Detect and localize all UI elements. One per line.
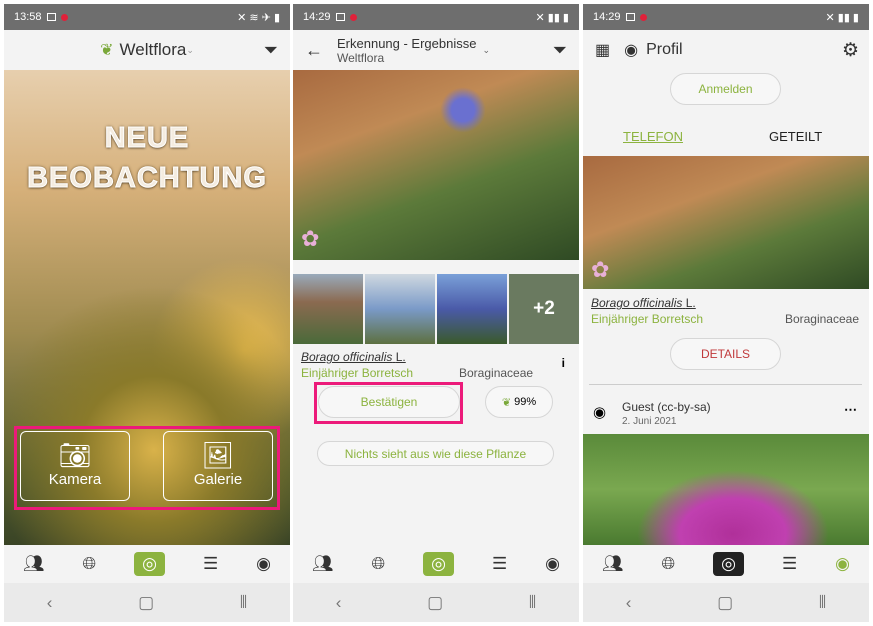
profile-icon[interactable]: ◉ — [835, 554, 850, 574]
back-icon[interactable]: ‹ — [336, 593, 342, 613]
family-name: Boraginaceae — [784, 312, 859, 326]
screen-profile: 14:29 ✕ ▮▮ ▮ ▦ ◉ Profil ⚙ Anmelden TELEFO… — [583, 4, 869, 622]
login-button[interactable]: Anmelden — [670, 73, 781, 105]
hero-title-line-2: BEOBACHTUNG — [27, 162, 267, 195]
bottom-nav: 👥︎ 🌐︎ ◎ ☰ ◉ — [4, 545, 290, 583]
back-arrow-icon[interactable]: ← — [305, 40, 323, 61]
system-nav: ‹ ▢ ⦀ — [583, 583, 869, 622]
observation-photo-2[interactable] — [583, 434, 869, 545]
profile-icon[interactable]: ◉ — [545, 554, 560, 574]
system-nav: ‹ ▢ ⦀ — [293, 583, 579, 622]
camera-label: Kamera — [48, 471, 102, 488]
system-nav: ‹ ▢ ⦀ — [4, 583, 290, 622]
user-avatar-icon: ◉ — [593, 404, 607, 421]
confidence-badge: ❦ 99% — [485, 386, 553, 418]
thumbnail[interactable] — [437, 274, 507, 344]
home-icon[interactable]: ▢ — [138, 593, 154, 613]
list-icon[interactable]: ☰ — [492, 554, 507, 574]
recents-icon[interactable]: ⦀ — [819, 593, 826, 613]
recents-icon[interactable]: ⦀ — [240, 593, 247, 613]
observation-date: 2. Juni 2021 — [622, 416, 677, 427]
flower-badge-icon: ✿ — [591, 257, 610, 282]
common-name: Einjähriger Borretsch — [591, 312, 704, 326]
status-time: 13:58 — [14, 11, 42, 23]
hero-image: NEUE BEOBACHTUNG 📷︎ Kamera 🖼︎ Galerie — [4, 70, 290, 545]
status-bar: 14:29 ✕ ▮▮ ▮ — [293, 4, 579, 30]
community-icon[interactable]: 👥︎ — [23, 554, 45, 574]
app-header: ❦ Weltflora ⌄ ⏷ — [100, 39, 278, 61]
screen-new-observation: 13:58 ✕ ≋ ✈ ▮ ❦ Weltflora ⌄ ⏷ NEUE BEOBACHT… — [4, 4, 290, 622]
leaf-icon: ❦ — [501, 396, 512, 409]
account-icon: ◉ — [624, 42, 639, 59]
flower-badge-icon: ✿ — [301, 226, 320, 251]
common-name: Einjähriger Borretsch — [301, 366, 414, 380]
gallery-label: Galerie — [193, 471, 243, 488]
recents-icon[interactable]: ⦀ — [529, 593, 536, 613]
scientific-name[interactable]: Borago officinalis L. — [591, 296, 696, 310]
globe-icon[interactable]: 🌐︎ — [662, 554, 676, 574]
status-bar: 14:29 ✕ ▮▮ ▮ — [583, 4, 869, 30]
image-icon: 🖼︎ — [201, 440, 235, 470]
community-icon[interactable]: 👥︎ — [602, 554, 624, 574]
observation-photo[interactable]: ✿ — [583, 156, 869, 289]
results-subtitle: Weltflora — [337, 50, 385, 65]
camera-tab-icon[interactable]: ◎ — [134, 552, 165, 576]
divider — [589, 384, 862, 385]
community-icon[interactable]: 👥︎ — [312, 554, 334, 574]
info-icon[interactable]: i — [562, 356, 565, 370]
filter-icon[interactable]: ⏷ — [553, 40, 567, 61]
details-button[interactable]: DETAILS — [670, 338, 781, 370]
app-header: ▦ ◉ Profil ⚙ — [583, 30, 869, 70]
title-dropdown[interactable]: Erkennung - Ergebnisse Weltflora — [337, 36, 476, 65]
thumbnail[interactable] — [293, 274, 363, 344]
camera-button[interactable]: 📷︎ Kamera — [20, 431, 130, 501]
home-icon[interactable]: ▢ — [427, 593, 443, 613]
home-icon[interactable]: ▢ — [717, 593, 733, 613]
hero-title: NEUE BEOBACHTUNG — [4, 118, 290, 198]
camera-tab-icon[interactable]: ◎ — [423, 552, 454, 576]
globe-icon[interactable]: 🌐︎ — [83, 554, 97, 574]
scientific-name[interactable]: Borago officinalis L. — [301, 350, 406, 364]
app-header: ← Erkennung - Ergebnisse Weltflora ⌄ ⏷ — [305, 35, 567, 65]
filter-icon[interactable]: ⏷ — [264, 40, 278, 61]
observation-photo: ✿ — [293, 70, 579, 260]
settings-gear-icon[interactable]: ⚙ — [842, 39, 859, 62]
screen-results: 14:29 ✕ ▮▮ ▮ ← Erkennung - Ergebnisse Welt… — [293, 4, 579, 622]
gallery-button[interactable]: 🖼︎ Galerie — [163, 431, 273, 501]
app-title-dropdown[interactable]: Weltflora — [120, 40, 187, 60]
grid-icon[interactable]: ▦ — [595, 40, 610, 60]
camera-icon: 📷︎ — [58, 440, 92, 470]
more-options-icon[interactable]: ⋯ — [844, 402, 857, 418]
more-thumbnail[interactable]: +2 — [509, 274, 579, 344]
bottom-nav: 👥︎ 🌐︎ ◎ ☰ ◉ — [583, 545, 869, 583]
list-icon[interactable]: ☰ — [203, 554, 218, 574]
results-title: Erkennung - Ergebnisse — [337, 35, 477, 51]
hero-title-line-1: NEUE — [104, 122, 190, 155]
no-match-button[interactable]: Nichts sieht aus wie diese Pflanze — [317, 441, 554, 466]
status-bar: 13:58 ✕ ≋ ✈ ▮ — [4, 4, 290, 30]
family-name: Boraginaceae — [459, 366, 534, 380]
tab-shared[interactable]: GETEILT — [769, 129, 822, 144]
back-icon[interactable]: ‹ — [626, 593, 632, 613]
leaf-logo-icon: ❦ — [100, 42, 114, 59]
list-icon[interactable]: ☰ — [782, 554, 797, 574]
tab-phone[interactable]: TELEFON — [623, 129, 683, 144]
profile-icon[interactable]: ◉ — [256, 554, 271, 574]
similar-images: +2 — [293, 274, 579, 344]
user-name: Guest (cc-by-sa) — [622, 400, 711, 414]
camera-tab-icon[interactable]: ◎ — [713, 552, 744, 576]
bottom-nav: 👥︎ 🌐︎ ◎ ☰ ◉ — [293, 545, 579, 583]
page-title: Profil — [646, 41, 683, 58]
status-time: 14:29 — [303, 11, 331, 23]
back-icon[interactable]: ‹ — [47, 593, 53, 613]
confirm-button[interactable]: Bestätigen — [318, 386, 460, 418]
thumbnail[interactable] — [365, 274, 435, 344]
status-time: 14:29 — [593, 11, 621, 23]
globe-icon[interactable]: 🌐︎ — [372, 554, 386, 574]
